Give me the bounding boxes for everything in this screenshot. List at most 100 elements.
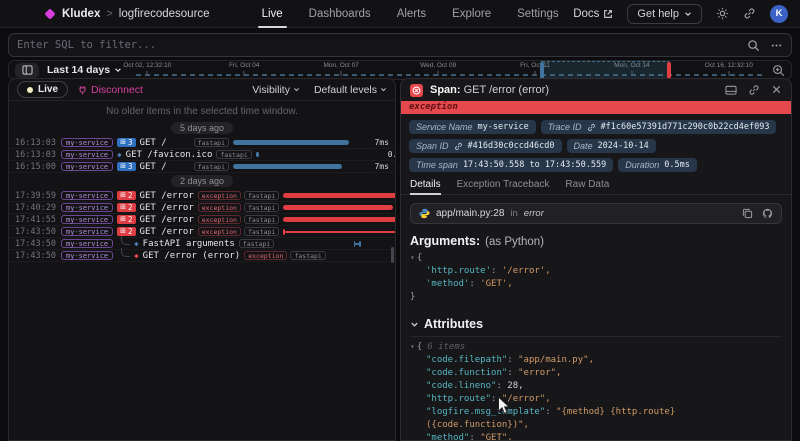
span-detail-header: Span: GET /error (error) bbox=[401, 79, 791, 101]
trace-row[interactable]: 17:43:50my-service◆GET /error (error)exc… bbox=[9, 250, 395, 262]
code-location[interactable]: app/main.py:28 bbox=[436, 208, 504, 219]
timeline-zoom-button[interactable] bbox=[772, 64, 785, 77]
open-brace: { bbox=[417, 342, 422, 352]
service-tag: my-service bbox=[61, 162, 113, 171]
timeline-selection[interactable] bbox=[540, 61, 670, 79]
trace-row[interactable]: 16:13:03my-service◆GET /favicon.icofasta… bbox=[9, 149, 395, 161]
list-scrollbar[interactable] bbox=[391, 247, 394, 263]
span-name: FastAPI arguments bbox=[143, 239, 235, 249]
expand-badge[interactable]: ⊞2 bbox=[117, 191, 135, 200]
service-tag: my-service bbox=[61, 150, 113, 159]
expand-badge[interactable]: ⊞2 bbox=[117, 227, 135, 236]
child-count: 3 bbox=[128, 162, 133, 171]
row-tags: fastapi bbox=[194, 162, 229, 171]
live-toggle-button[interactable]: Live bbox=[17, 81, 68, 98]
breadcrumb-org[interactable]: Kludex bbox=[62, 8, 100, 20]
age-separator: 2 days ago bbox=[171, 175, 233, 187]
span-marker-icon: ◆ bbox=[134, 239, 139, 248]
share-link-button[interactable] bbox=[743, 7, 756, 20]
trace-row[interactable]: 17:43:50my-service⊞2GET /errorexceptionf… bbox=[9, 226, 395, 238]
detail-tab-exception-traceback[interactable]: Exception Traceback bbox=[457, 179, 550, 194]
sql-filter-input[interactable]: Enter SQL to filter... bbox=[17, 39, 737, 51]
theme-toggle-button[interactable] bbox=[716, 7, 729, 20]
expand-badge[interactable]: ⊞2 bbox=[117, 215, 135, 224]
get-help-button[interactable]: Get help bbox=[627, 4, 702, 24]
dock-panel-icon[interactable] bbox=[725, 84, 737, 96]
code-key: "code.function" bbox=[426, 368, 507, 378]
visibility-dropdown[interactable]: Visibility bbox=[252, 84, 300, 96]
close-icon[interactable] bbox=[771, 84, 782, 95]
detail-tabs: Details Exception Traceback Raw Data bbox=[401, 176, 791, 195]
nav-tab-dashboards[interactable]: Dashboards bbox=[309, 0, 371, 28]
tag-fastapi: fastapi bbox=[244, 191, 279, 200]
trace-row[interactable]: 16:15:00my-service⊞3GET /fastapi7ms bbox=[9, 161, 395, 173]
row-tags: exceptionfastapi bbox=[198, 215, 280, 224]
code-key: "http.route" bbox=[426, 394, 491, 404]
logfire-logo-icon[interactable] bbox=[44, 8, 55, 19]
panel-left-icon bbox=[22, 65, 33, 75]
sql-filter-bar[interactable]: Enter SQL to filter... bbox=[8, 33, 792, 57]
more-options-button[interactable] bbox=[770, 39, 783, 52]
service-tag: my-service bbox=[61, 138, 113, 147]
user-avatar[interactable]: K bbox=[770, 5, 788, 23]
levels-dropdown[interactable]: Default levels bbox=[314, 84, 387, 96]
nav-tab-live[interactable]: Live bbox=[262, 0, 283, 28]
timeline-bar: Last 14 days Oct 02, 12:32:10Fri, Oct 04… bbox=[8, 60, 792, 80]
code-key: "code.lineno" bbox=[426, 381, 496, 391]
trace-row[interactable]: 16:13:03my-service⊞3GET /fastapi7ms bbox=[9, 137, 395, 149]
nav-tab-alerts[interactable]: Alerts bbox=[397, 0, 426, 28]
breadcrumb-project[interactable]: logfirecodesource bbox=[119, 8, 210, 20]
meta-chip-trace-id[interactable]: Trace ID#f1c60e57391d771c290c0b22cd4ef09… bbox=[541, 120, 777, 134]
nav-tab-explore[interactable]: Explore bbox=[452, 0, 491, 28]
time-range-dropdown[interactable]: Last 14 days bbox=[47, 64, 128, 76]
sidebar-toggle-button[interactable] bbox=[15, 63, 39, 78]
attributes-heading[interactable]: Attributes bbox=[410, 317, 782, 331]
span-title-prefix: Span: bbox=[430, 84, 461, 96]
link-icon[interactable] bbox=[748, 84, 760, 96]
child-count: 3 bbox=[128, 138, 133, 147]
tag-fastapi: fastapi bbox=[194, 138, 229, 147]
trace-row[interactable]: 17:41:55my-service⊞2GET /errorexceptionf… bbox=[9, 214, 395, 226]
trace-row[interactable]: 17:43:50my-service◆FastAPI argumentsfast… bbox=[9, 238, 395, 250]
meta-chip-duration: Duration0.5ms bbox=[618, 158, 697, 172]
timeline-track[interactable]: Oct 02, 12:32:10Fri, Oct 04Mon, Oct 07We… bbox=[136, 61, 764, 79]
child-count: 2 bbox=[128, 203, 133, 212]
nav-tab-settings[interactable]: Settings bbox=[517, 0, 559, 28]
github-icon[interactable] bbox=[762, 208, 773, 219]
duration-bar-track bbox=[283, 191, 396, 200]
ellipsis-icon bbox=[770, 39, 783, 52]
docs-link[interactable]: Docs bbox=[573, 8, 613, 20]
python-icon bbox=[419, 208, 430, 219]
expand-badge[interactable]: ⊞3 bbox=[117, 162, 135, 171]
detail-tab-details[interactable]: Details bbox=[410, 179, 441, 194]
disconnect-button[interactable]: Disconnect bbox=[78, 84, 143, 96]
meta-chip-span-id[interactable]: Span ID#416d30c0ccd46cd0 bbox=[409, 139, 562, 153]
row-timestamp: 17:43:50 bbox=[15, 251, 57, 261]
code-key: "code.filepath" bbox=[426, 355, 507, 365]
meta-label: Time span bbox=[416, 160, 458, 170]
code-open-line: ▾{6 items bbox=[410, 340, 782, 354]
chevron-down-icon bbox=[293, 86, 300, 93]
whisker-cap bbox=[359, 241, 361, 248]
row-timestamp: 17:41:55 bbox=[15, 215, 57, 225]
search-button[interactable] bbox=[747, 39, 760, 52]
code-sep: : bbox=[507, 368, 518, 378]
open-brace: { bbox=[417, 253, 422, 263]
collapse-toggle-icon[interactable]: ▾ bbox=[410, 253, 415, 262]
copy-icon[interactable] bbox=[742, 208, 753, 219]
detail-tab-raw-data[interactable]: Raw Data bbox=[565, 179, 609, 194]
service-tag: my-service bbox=[61, 191, 113, 200]
tag-exception: exception bbox=[244, 251, 287, 260]
link-icon bbox=[743, 7, 756, 20]
code-entry: "code.function": "error", bbox=[410, 367, 782, 380]
code-key: 'method' bbox=[426, 279, 469, 289]
duration-bar-track bbox=[283, 203, 396, 212]
expand-badge[interactable]: ⊞2 bbox=[117, 203, 135, 212]
trace-row[interactable]: 17:39:59my-service⊞2GET /errorexceptionf… bbox=[9, 190, 395, 202]
duration-bar-track bbox=[233, 138, 351, 147]
trace-row[interactable]: 17:40:29my-service⊞2GET /errorexceptionf… bbox=[9, 202, 395, 214]
collapse-toggle-icon[interactable]: ▾ bbox=[410, 342, 415, 351]
expand-badge[interactable]: ⊞3 bbox=[117, 138, 135, 147]
external-link-icon bbox=[603, 9, 613, 19]
meta-value: 2024-10-14 bbox=[598, 141, 649, 151]
